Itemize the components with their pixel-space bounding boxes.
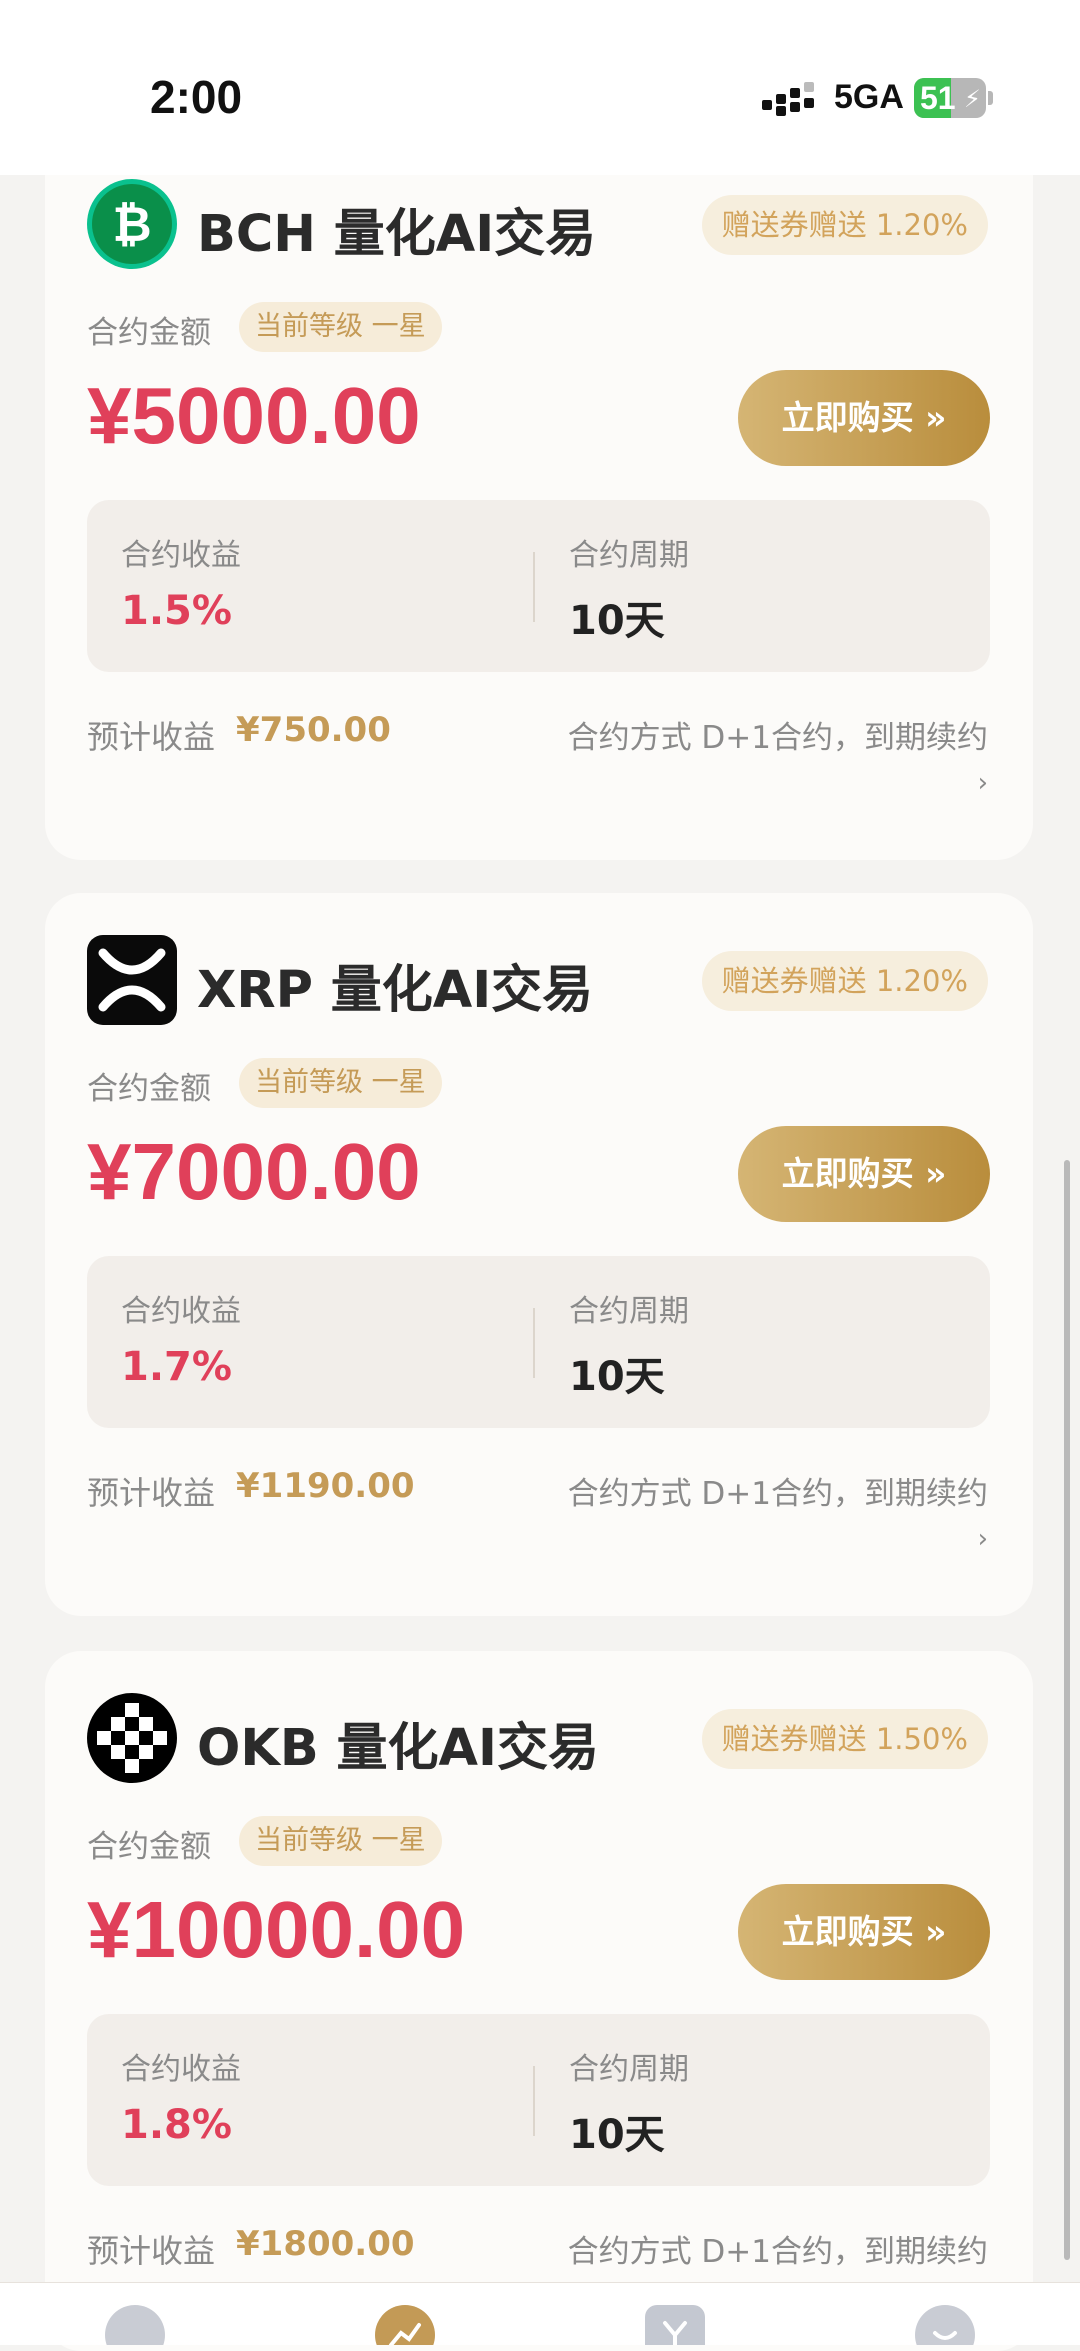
status-time: 2:00 <box>150 71 243 123</box>
bonus-badge: 赠送券赠送 1.20% <box>701 951 988 1011</box>
expected-label: 预计收益 <box>87 718 216 756</box>
level-badge: 当前等级 一星 <box>239 302 442 352</box>
expected-value: ¥1800.00 <box>236 2224 415 2264</box>
okb-icon <box>87 1693 177 1783</box>
price: ¥10000.00 <box>87 1885 466 1974</box>
stats-panel: 合约收益 1.8% 合约周期 10天 <box>87 2014 990 2186</box>
expected-value: ¥750.00 <box>236 710 391 750</box>
contract-method[interactable]: 合约方式 D+1合约，到期续约 <box>568 1468 988 1513</box>
product-title: BCH 量化AI交易 <box>197 205 597 264</box>
level-badge: 当前等级 一星 <box>239 1816 442 1866</box>
charging-bolt-icon: ⚡ <box>964 85 981 113</box>
period-label: 合约周期 <box>569 2052 689 2087</box>
price: ¥5000.00 <box>87 371 421 460</box>
amount-label: 合约金额 <box>87 1829 211 1865</box>
yield-label: 合约收益 <box>121 1294 241 1329</box>
buy-now-button[interactable]: 立即购买 » <box>738 1126 990 1222</box>
divider <box>533 552 535 622</box>
yield-value: 1.5% <box>121 588 232 634</box>
signal-icon <box>762 82 818 116</box>
yield-label: 合约收益 <box>121 538 241 573</box>
yield-value: 1.7% <box>121 1344 232 1390</box>
buy-now-button[interactable]: 立即购买 » <box>738 370 990 466</box>
period-value: 10天 <box>569 598 665 644</box>
bonus-badge: 赠送券赠送 1.50% <box>701 1709 988 1769</box>
stats-panel: 合约收益 1.7% 合约周期 10天 <box>87 1256 990 1428</box>
chevron-right-icon[interactable]: › <box>978 1524 988 1554</box>
product-card-xrp: XRP 量化AI交易 赠送券赠送 1.20% 合约金额 当前等级 一星 ¥700… <box>45 893 1033 1616</box>
chevron-right-icon[interactable]: › <box>978 768 988 798</box>
level-badge: 当前等级 一星 <box>239 1058 442 1108</box>
battery-level: 51 <box>920 80 956 116</box>
expected-value: ¥1190.00 <box>236 1466 415 1506</box>
amount-label: 合约金额 <box>87 1071 211 1107</box>
expected-label: 预计收益 <box>87 2232 216 2270</box>
period-value: 10天 <box>569 1354 665 1400</box>
yield-label: 合约收益 <box>121 2052 241 2087</box>
product-title: XRP 量化AI交易 <box>197 961 594 1020</box>
profile-icon[interactable] <box>915 2305 975 2345</box>
scrollbar[interactable] <box>1064 1160 1070 2260</box>
bottom-tab-bar <box>0 2282 1080 2345</box>
divider <box>533 2066 535 2136</box>
home-icon[interactable] <box>105 2305 165 2345</box>
price: ¥7000.00 <box>87 1127 421 1216</box>
contract-method[interactable]: 合约方式 D+1合约，到期续约 <box>568 712 988 757</box>
buy-now-button[interactable]: 立即购买 » <box>738 1884 990 1980</box>
yield-value: 1.8% <box>121 2102 232 2148</box>
expected-label: 预计收益 <box>87 1474 216 1512</box>
product-card-bch: ₿ BCH 量化AI交易 赠送券赠送 1.20% 合约金额 当前等级 一星 ¥5… <box>45 100 1033 860</box>
amount-label: 合约金额 <box>87 315 211 351</box>
period-label: 合约周期 <box>569 1294 689 1329</box>
status-bar: 2:00 5GA 51 ⚡ <box>0 0 1080 175</box>
product-title: OKB 量化AI交易 <box>197 1719 599 1778</box>
mining-icon[interactable] <box>645 2305 705 2345</box>
battery-icon: 51 ⚡ <box>914 78 986 118</box>
contract-method[interactable]: 合约方式 D+1合约，到期续约 <box>568 2226 988 2271</box>
stats-panel: 合约收益 1.5% 合约周期 10天 <box>87 500 990 672</box>
bitcoin-cash-icon: ₿ <box>87 179 177 269</box>
network-label: 5GA <box>834 78 904 116</box>
period-label: 合约周期 <box>569 538 689 573</box>
battery-tip <box>988 91 993 105</box>
product-card-okb: OKB 量化AI交易 赠送券赠送 1.50% 合约金额 当前等级 一星 ¥100… <box>45 1651 1033 2351</box>
period-value: 10天 <box>569 2112 665 2158</box>
bonus-badge: 赠送券赠送 1.20% <box>701 195 988 255</box>
svg-text:₿: ₿ <box>112 197 151 253</box>
divider <box>533 1308 535 1378</box>
xrp-icon <box>87 935 177 1025</box>
market-icon[interactable] <box>375 2305 435 2345</box>
